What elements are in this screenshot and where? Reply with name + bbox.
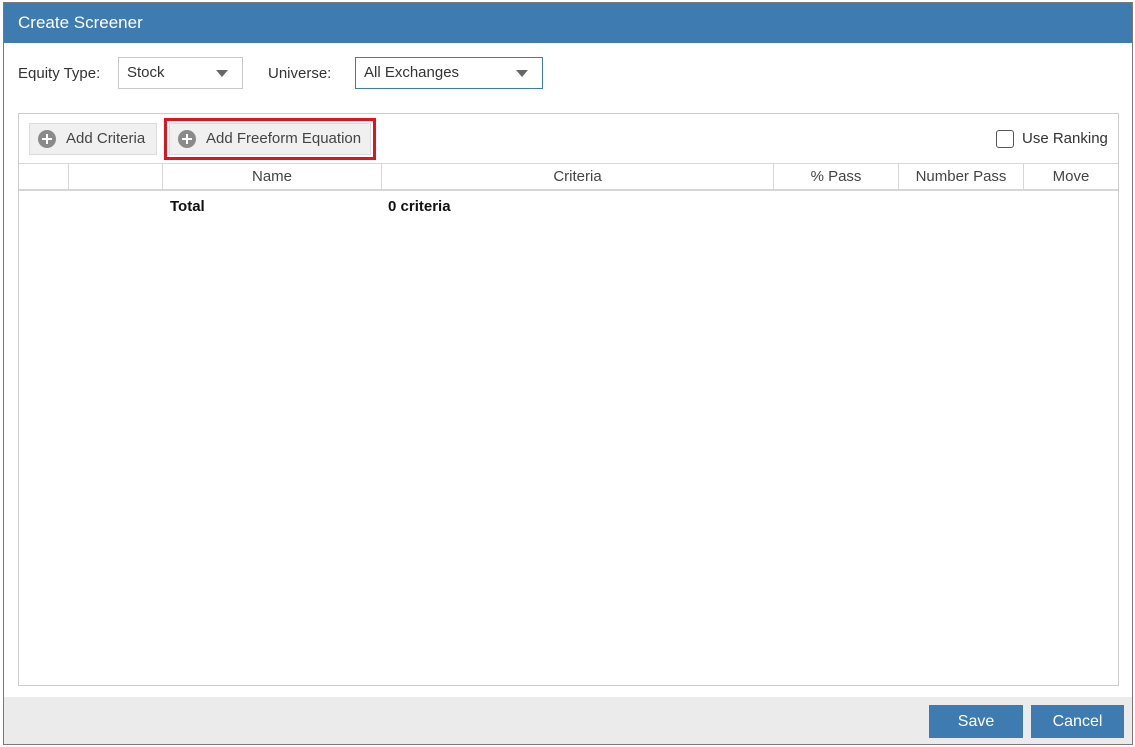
grid-header: Name Criteria % Pass Number Pass Move bbox=[19, 163, 1118, 191]
total-row: Total 0 criteria bbox=[19, 194, 1118, 218]
dialog-title: Create Screener bbox=[4, 3, 1132, 43]
universe-value: All Exchanges bbox=[364, 64, 460, 81]
column-header-criteria[interactable]: Criteria bbox=[381, 164, 773, 190]
add-criteria-label: Add Criteria bbox=[66, 130, 146, 147]
add-freeform-equation-button[interactable]: Add Freeform Equation bbox=[164, 118, 376, 160]
total-name: Total bbox=[170, 198, 205, 215]
use-ranking-label: Use Ranking bbox=[1022, 130, 1108, 147]
column-header-move[interactable]: Move bbox=[1023, 164, 1118, 190]
criteria-toolbar: Add Criteria Add Freeform Equation Use R… bbox=[19, 114, 1118, 164]
equity-type-select[interactable]: Stock bbox=[118, 57, 243, 89]
plus-circle-icon bbox=[178, 130, 196, 148]
column-header-pct-pass[interactable]: % Pass bbox=[773, 164, 898, 190]
column-header-blank[interactable] bbox=[68, 164, 162, 190]
cancel-button[interactable]: Cancel bbox=[1031, 705, 1124, 738]
equity-type-label: Equity Type: bbox=[18, 65, 101, 82]
criteria-panel: Add Criteria Add Freeform Equation Use R… bbox=[18, 113, 1119, 686]
dialog-footer: Save Cancel bbox=[4, 697, 1132, 744]
universe-label: Universe: bbox=[268, 65, 332, 82]
create-screener-dialog: Create Screener Equity Type: Stock Unive… bbox=[3, 2, 1133, 745]
chevron-down-icon bbox=[516, 70, 528, 77]
plus-circle-icon bbox=[38, 130, 56, 148]
total-criteria-count: 0 criteria bbox=[388, 198, 451, 215]
column-header-select[interactable] bbox=[19, 164, 68, 190]
universe-select[interactable]: All Exchanges bbox=[355, 57, 543, 89]
equity-type-value: Stock bbox=[127, 64, 165, 81]
use-ranking-toggle[interactable]: Use Ranking bbox=[996, 129, 1108, 149]
add-freeform-label: Add Freeform Equation bbox=[206, 130, 362, 147]
add-criteria-button[interactable]: Add Criteria bbox=[29, 123, 157, 155]
column-header-number-pass[interactable]: Number Pass bbox=[898, 164, 1023, 190]
chevron-down-icon bbox=[216, 70, 228, 77]
column-header-name[interactable]: Name bbox=[162, 164, 381, 190]
use-ranking-checkbox[interactable] bbox=[996, 130, 1014, 148]
filter-row: Equity Type: Stock Universe: All Exchang… bbox=[4, 57, 1132, 89]
save-button[interactable]: Save bbox=[929, 705, 1023, 738]
